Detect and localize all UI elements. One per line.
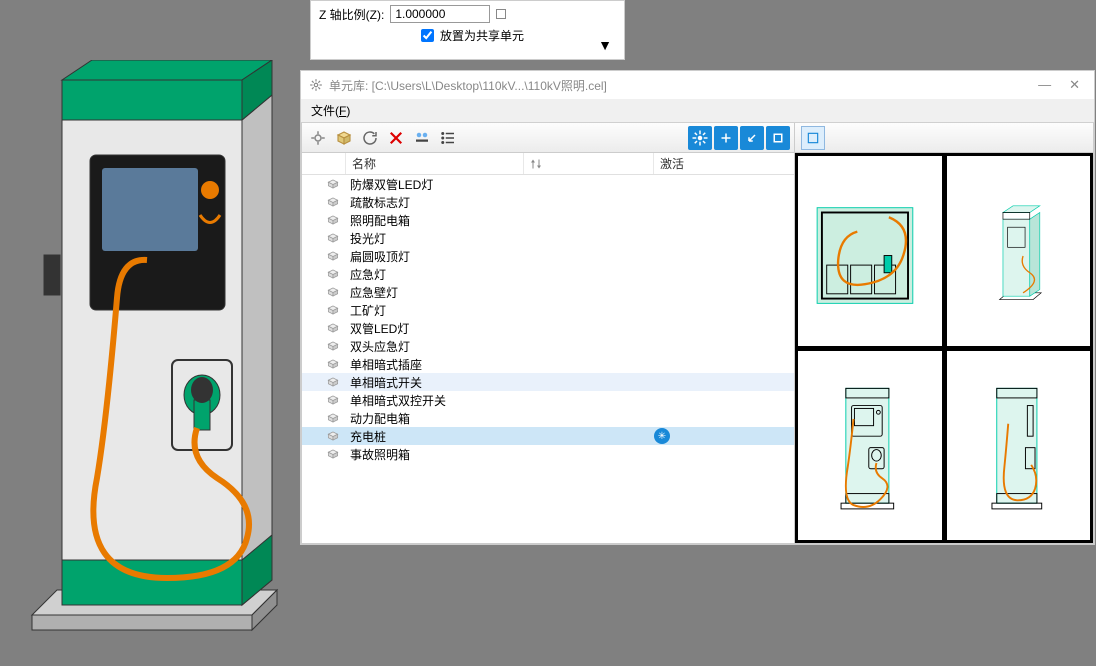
- list-row[interactable]: 应急灯: [302, 265, 794, 283]
- preview-panel: [795, 123, 1094, 544]
- cell-library-window: 单元库: [C:\Users\L\Desktop\110kV...\110kV照…: [300, 70, 1095, 545]
- z-lock-square[interactable]: [496, 9, 506, 19]
- preview-side-view[interactable]: [945, 349, 1093, 543]
- list-row[interactable]: 疏散标志灯: [302, 193, 794, 211]
- column-sort[interactable]: [524, 153, 654, 174]
- list-row[interactable]: 事故照明箱: [302, 445, 794, 463]
- list-row[interactable]: 单相暗式双控开关: [302, 391, 794, 409]
- title-star-icon: [309, 78, 323, 92]
- row-label: 动力配电箱: [344, 410, 794, 427]
- cell-box-icon: [322, 322, 344, 334]
- top-options-panel: Z 轴比例(Z): 放置为共享单元 ▼: [310, 0, 625, 60]
- window-title: 单元库: [C:\Users\L\Desktop\110kV...\110kV照…: [329, 77, 607, 94]
- list-row[interactable]: 投光灯: [302, 229, 794, 247]
- view-mode-icon[interactable]: [801, 126, 825, 150]
- shared-cell-label: 放置为共享单元: [440, 27, 524, 44]
- row-label: 投光灯: [344, 230, 794, 247]
- cell-box-icon: [322, 178, 344, 190]
- cell-list-panel: 名称 激活 防爆双管LED灯疏散标志灯照明配电箱投光灯扁圆吸顶灯应急灯应急壁灯工…: [301, 123, 795, 544]
- cell-box-icon: [322, 376, 344, 388]
- cell-box-icon: [322, 448, 344, 460]
- cell-box-icon: [322, 412, 344, 424]
- refresh-icon[interactable]: [358, 126, 382, 150]
- column-active[interactable]: 激活: [654, 153, 794, 174]
- new-icon[interactable]: [306, 126, 330, 150]
- z-scale-input[interactable]: [390, 5, 490, 23]
- row-label: 应急壁灯: [344, 284, 794, 301]
- active-badge: ✳: [654, 428, 794, 444]
- preview-top-view[interactable]: [796, 154, 944, 348]
- preview-front-view[interactable]: [796, 349, 944, 543]
- row-label: 扁圆吸顶灯: [344, 248, 794, 265]
- cell-box-icon: [322, 430, 344, 442]
- list-row[interactable]: 单相暗式开关: [302, 373, 794, 391]
- row-label: 应急灯: [344, 266, 794, 283]
- list-row[interactable]: 照明配电箱: [302, 211, 794, 229]
- box-icon[interactable]: [332, 126, 356, 150]
- row-label: 单相暗式双控开关: [344, 392, 794, 409]
- arrow-tool-icon[interactable]: [740, 126, 764, 150]
- list-body: 防爆双管LED灯疏散标志灯照明配电箱投光灯扁圆吸顶灯应急灯应急壁灯工矿灯双管LE…: [302, 175, 794, 543]
- row-label: 双头应急灯: [344, 338, 794, 355]
- cell-box-icon: [322, 196, 344, 208]
- row-label: 事故照明箱: [344, 446, 794, 463]
- list-row[interactable]: 应急壁灯: [302, 283, 794, 301]
- row-label: 双管LED灯: [344, 320, 794, 337]
- list-row[interactable]: 扁圆吸顶灯: [302, 247, 794, 265]
- delete-icon[interactable]: [384, 126, 408, 150]
- list-row[interactable]: 单相暗式插座: [302, 355, 794, 373]
- preview-iso-view[interactable]: [945, 154, 1093, 348]
- list-row[interactable]: 防爆双管LED灯: [302, 175, 794, 193]
- row-label: 单相暗式开关: [344, 374, 794, 391]
- list-row[interactable]: 双头应急灯: [302, 337, 794, 355]
- list-toolbar: [302, 123, 794, 153]
- cell-box-icon: [322, 268, 344, 280]
- extents-tool-icon[interactable]: [766, 126, 790, 150]
- cell-box-icon: [322, 286, 344, 298]
- cell-box-icon: [322, 340, 344, 352]
- preview-icon[interactable]: [410, 126, 434, 150]
- row-label: 单相暗式插座: [344, 356, 794, 373]
- list-header: 名称 激活: [302, 153, 794, 175]
- list-row[interactable]: 充电桩✳: [302, 427, 794, 445]
- cell-box-icon: [322, 304, 344, 316]
- cell-box-icon: [322, 232, 344, 244]
- place-star-icon[interactable]: [688, 126, 712, 150]
- row-label: 防爆双管LED灯: [344, 176, 794, 193]
- column-name[interactable]: 名称: [346, 153, 524, 174]
- cell-box-icon: [322, 250, 344, 262]
- preview-toolbar: [795, 123, 1093, 153]
- expand-arrow-icon[interactable]: ▼: [598, 37, 612, 53]
- row-label: 工矿灯: [344, 302, 794, 319]
- minimize-button[interactable]: —: [1038, 77, 1051, 93]
- window-titlebar: 单元库: [C:\Users\L\Desktop\110kV...\110kV照…: [301, 71, 1094, 99]
- row-label: 疏散标志灯: [344, 194, 794, 211]
- list-row[interactable]: 动力配电箱: [302, 409, 794, 427]
- list-view-icon[interactable]: [436, 126, 460, 150]
- row-label: 照明配电箱: [344, 212, 794, 229]
- charger-3d-illustration: [22, 60, 302, 650]
- close-button[interactable]: ✕: [1069, 77, 1080, 93]
- cell-box-icon: [322, 358, 344, 370]
- preview-grid: [795, 153, 1093, 543]
- z-scale-label: Z 轴比例(Z):: [319, 6, 384, 23]
- cell-box-icon: [322, 394, 344, 406]
- cell-box-icon: [322, 214, 344, 226]
- shared-cell-checkbox[interactable]: [421, 29, 434, 42]
- menubar: 文件(F): [301, 99, 1094, 123]
- plus-tool-icon[interactable]: [714, 126, 738, 150]
- list-row[interactable]: 工矿灯: [302, 301, 794, 319]
- row-label: 充电桩: [344, 428, 654, 445]
- list-row[interactable]: 双管LED灯: [302, 319, 794, 337]
- file-menu[interactable]: 文件(F): [311, 102, 350, 119]
